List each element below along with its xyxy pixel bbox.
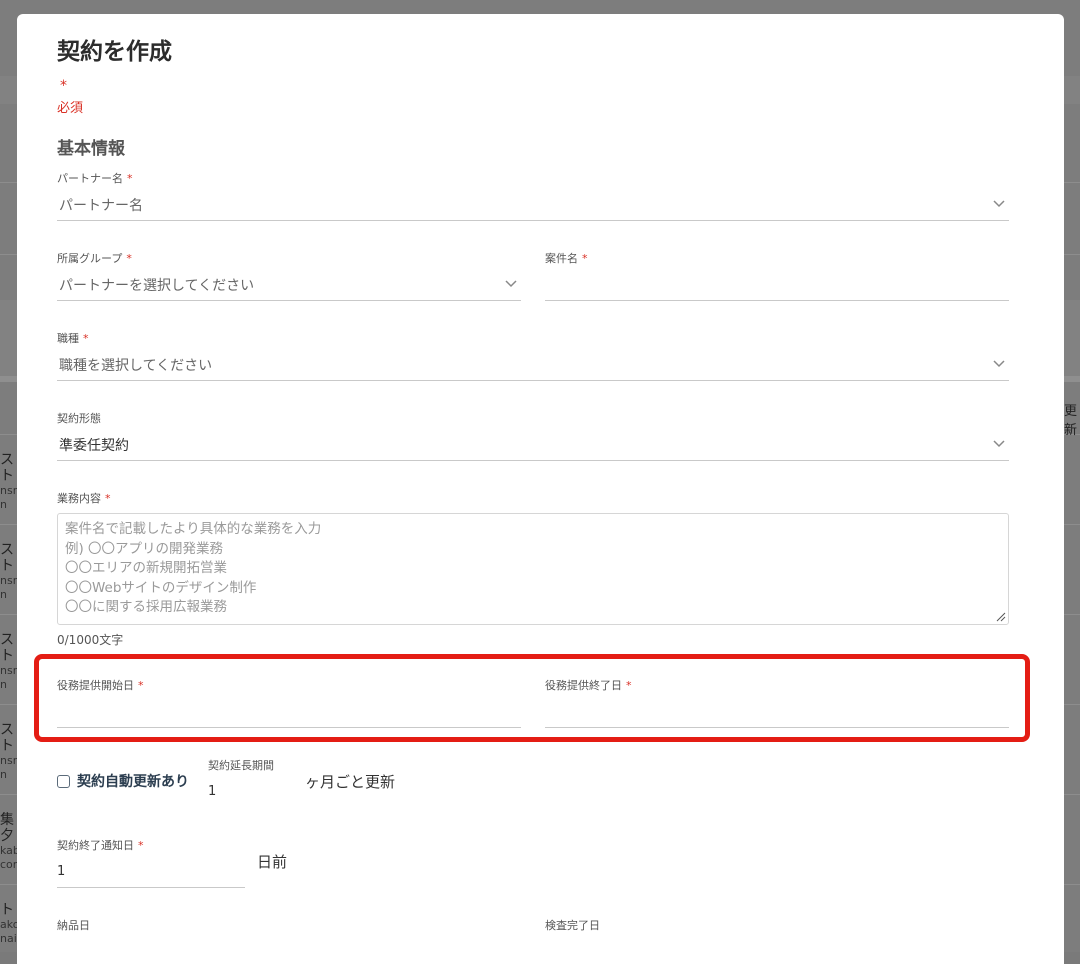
modal-title: 契約を作成 (57, 39, 172, 65)
service-end-date-input[interactable] (545, 698, 1009, 728)
auto-renew-label: 契約自動更新あり (77, 774, 189, 790)
job-type-select[interactable]: 職種を選択してください (57, 351, 1009, 381)
placeholder-line: 例) 〇〇アプリの開発業務 (65, 540, 224, 557)
partner-select[interactable]: パートナー名 (57, 191, 1009, 221)
auto-renew-checkbox-group[interactable]: 契約自動更新あり (57, 771, 189, 791)
work-content-label: 業務内容 * (57, 492, 111, 505)
delivery-date-label: 納品日 (57, 919, 90, 932)
chevron-down-icon (993, 440, 1005, 448)
project-name-label: 案件名 * (545, 252, 588, 265)
notice-days-input[interactable]: 1 (57, 858, 245, 888)
partner-select-value: パートナー名 (59, 198, 143, 214)
partner-label: パートナー名 * (57, 172, 133, 185)
notice-label: 契約終了通知日 * (57, 839, 144, 852)
checkbox-unchecked-icon[interactable] (57, 774, 70, 788)
section-title-basic-info: 基本情報 (57, 139, 125, 159)
contract-type-label: 契約形態 (57, 412, 101, 425)
chevron-down-icon (505, 280, 517, 288)
character-counter: 0/1000文字 (57, 633, 124, 647)
placeholder-line: 〇〇に関する採用広報業務 (65, 599, 227, 616)
job-type-select-value: 職種を選択してください (59, 358, 213, 374)
service-end-label: 役務提供終了日 * (545, 679, 632, 692)
job-type-label: 職種 * (57, 332, 89, 345)
work-content-textarea[interactable]: 案件名で記載したより具体的な業務を入力 例) 〇〇アプリの開発業務 〇〇エリアの… (57, 513, 1009, 625)
resize-grip-icon[interactable] (996, 612, 1006, 622)
chevron-down-icon (993, 360, 1005, 368)
placeholder-line: 案件名で記載したより具体的な業務を入力 (65, 521, 322, 537)
extension-label: 契約延長期間 (208, 759, 274, 772)
extension-unit: ヶ月ごと更新 (305, 773, 396, 791)
placeholder-line: 〇〇Webサイトのデザイン制作 (65, 579, 257, 596)
inspection-date-label: 検査完了日 (545, 919, 600, 932)
service-start-label: 役務提供開始日 * (57, 679, 144, 692)
required-note: 必須 (57, 101, 84, 116)
required-star: * (60, 78, 67, 94)
extension-period-input[interactable]: 1 (208, 778, 288, 808)
create-contract-modal: 契約を作成 * 必須 基本情報 パートナー名 * パートナー名 所属グループ * パ… (17, 14, 1064, 964)
notice-unit: 日前 (257, 853, 288, 871)
background-column-header: 更新 (1064, 404, 1078, 438)
group-select-value: パートナーを選択してください (59, 278, 255, 294)
service-start-date-input[interactable] (57, 698, 521, 728)
contract-type-select-value: 準委任契約 (59, 438, 129, 454)
chevron-down-icon (993, 200, 1005, 208)
project-name-input[interactable] (545, 271, 1009, 301)
group-select[interactable]: パートナーを選択してください (57, 271, 521, 301)
placeholder-line: 〇〇エリアの新規開拓営業 (65, 560, 227, 577)
group-label: 所属グループ * (57, 252, 132, 265)
contract-type-select[interactable]: 準委任契約 (57, 431, 1009, 461)
